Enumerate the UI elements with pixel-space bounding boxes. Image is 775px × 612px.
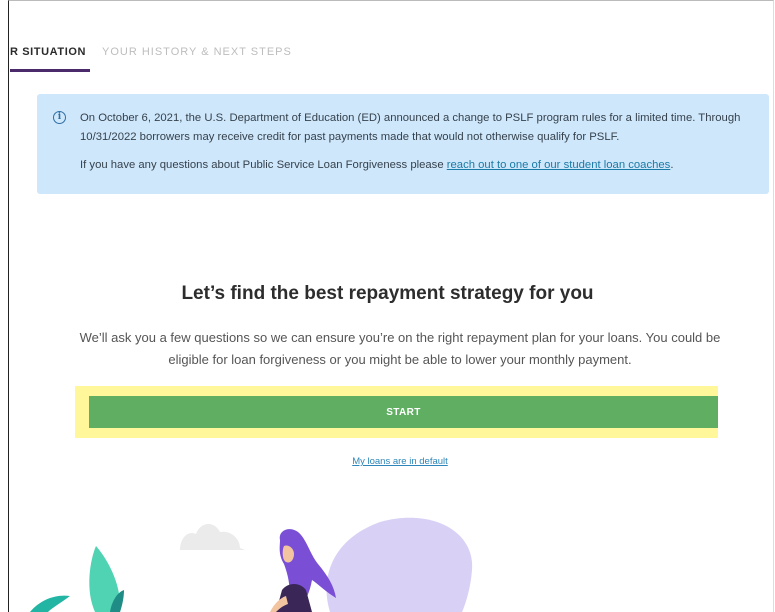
leaf-shape-small: [30, 595, 70, 612]
pslf-notice-banner: i On October 6, 2021, the U.S. Departmen…: [37, 94, 769, 194]
student-loan-coaches-link[interactable]: reach out to one of our student loan coa…: [447, 159, 671, 171]
notice-line-2-suffix: .: [670, 159, 674, 171]
page-description: We’ll ask you a few questions so we can …: [79, 330, 721, 367]
notice-line-1: On October 6, 2021, the U.S. Department …: [80, 112, 741, 143]
notice-line-2: If you have any questions about Public S…: [80, 156, 760, 175]
notice-text: On October 6, 2021, the U.S. Department …: [80, 109, 760, 175]
loans-in-default-link[interactable]: My loans are in default: [0, 456, 775, 467]
progress-tabs: R SITUATION YOUR HISTORY & NEXT STEPS: [10, 0, 770, 72]
decorative-illustration: [30, 517, 473, 612]
page-title: Let’s find the best repayment strategy f…: [181, 283, 594, 304]
tab-your-situation[interactable]: R SITUATION: [10, 46, 86, 58]
start-button[interactable]: START: [89, 396, 718, 428]
info-icon: i: [53, 111, 66, 124]
notice-line-2-prefix: If you have any questions about Public S…: [80, 159, 447, 171]
active-tab-indicator: [10, 69, 90, 72]
purple-blob-shape: [326, 517, 473, 612]
cloud-shape: [180, 523, 245, 550]
tab-history-next-steps[interactable]: YOUR HISTORY & NEXT STEPS: [102, 46, 292, 58]
